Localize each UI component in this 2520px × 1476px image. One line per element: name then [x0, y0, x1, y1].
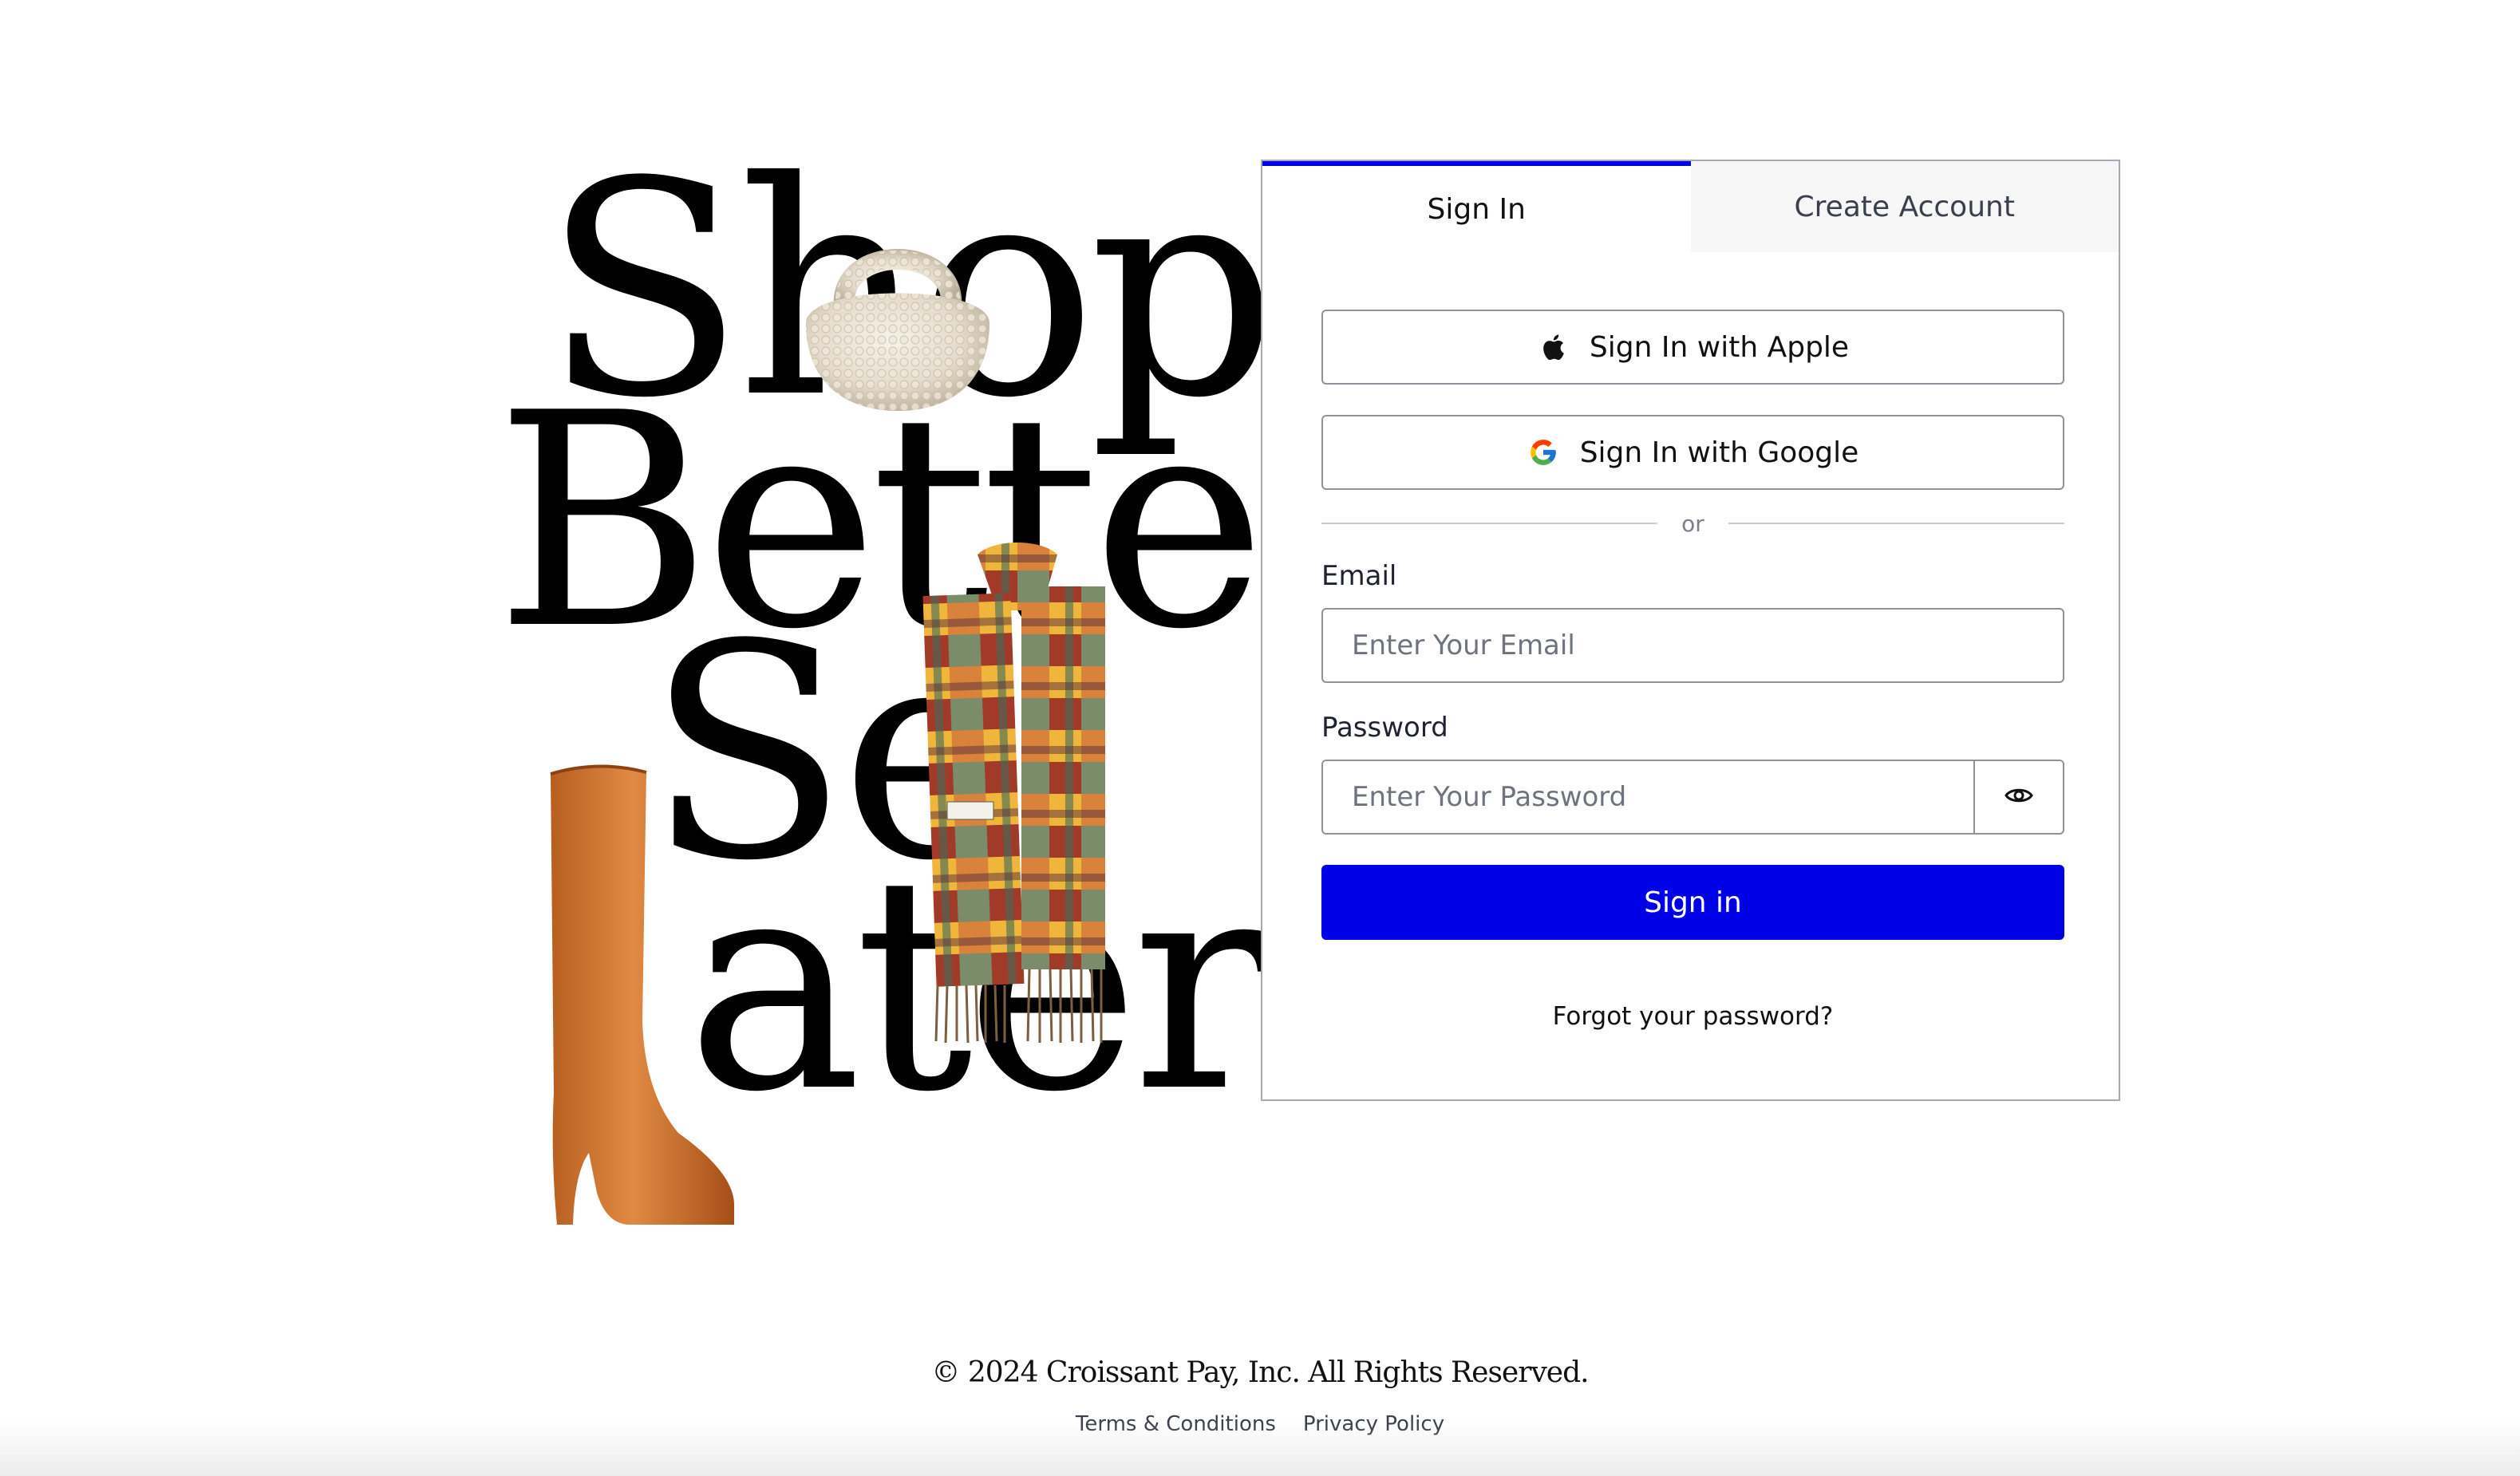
or-divider: or — [1321, 507, 2064, 539]
email-label: Email — [1321, 560, 1397, 592]
forgot-password-link[interactable]: Forgot your password? — [1321, 1002, 2064, 1031]
tab-sign-in[interactable]: Sign In — [1262, 161, 1691, 252]
eye-icon — [2005, 786, 2033, 808]
sign-in-with-apple-button[interactable]: Sign In with Apple — [1321, 310, 2064, 385]
apple-button-label: Sign In with Apple — [1589, 330, 1850, 364]
auth-tabs: Sign In Create Account — [1262, 161, 2119, 252]
google-icon — [1527, 436, 1559, 468]
apple-icon — [1537, 331, 1569, 363]
beaded-handbag-image — [806, 249, 989, 411]
auth-card: Sign In Create Account Sign In with Appl… — [1261, 160, 2120, 1101]
show-password-button[interactable] — [1973, 761, 2063, 833]
tan-leather-boot-image — [550, 764, 734, 1225]
sign-in-button[interactable]: Sign in — [1321, 865, 2064, 940]
terms-and-conditions-link[interactable]: Terms & Conditions — [1076, 1412, 1276, 1436]
sign-in-with-google-button[interactable]: Sign In with Google — [1321, 415, 2064, 490]
divider-line-left — [1321, 523, 1658, 524]
footer-links: Terms & Conditions Privacy Policy — [0, 1412, 2520, 1436]
email-field[interactable] — [1321, 608, 2064, 683]
password-label: Password — [1321, 712, 1448, 744]
divider-text: or — [1681, 510, 1704, 537]
hero-graphic: Shop Better Se ater — [479, 144, 1400, 1225]
privacy-policy-link[interactable]: Privacy Policy — [1303, 1412, 1444, 1436]
password-field[interactable] — [1323, 761, 1973, 833]
copyright-text: © 2024 Croissant Pay, Inc. All Rights Re… — [931, 1356, 1589, 1389]
divider-line-right — [1728, 523, 2064, 524]
plaid-scarf-image — [922, 543, 1105, 1044]
sign-in-form: Sign In with Apple Sign In with Google o… — [1321, 310, 2064, 1031]
google-button-label: Sign In with Google — [1579, 436, 1859, 469]
tab-create-account[interactable]: Create Account — [1690, 161, 2119, 252]
password-field-group — [1321, 760, 2064, 835]
